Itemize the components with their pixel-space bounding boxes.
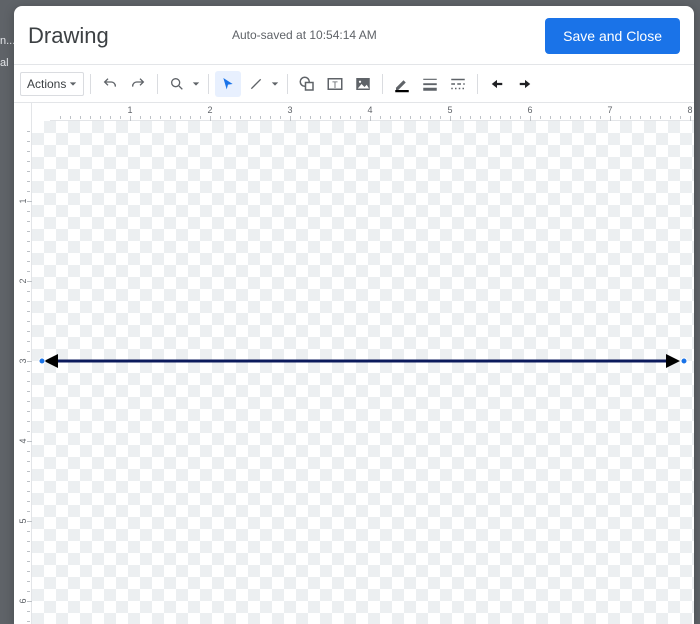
resize-handle-right[interactable] xyxy=(681,358,688,365)
dialog-title: Drawing xyxy=(28,23,109,49)
line-color-button[interactable] xyxy=(389,71,415,97)
resize-handle-left[interactable] xyxy=(39,358,46,365)
weight-icon xyxy=(421,75,439,93)
zoom-button[interactable] xyxy=(164,71,190,97)
parent-doc-strip: n... al xyxy=(0,0,14,624)
parent-fragment-2: al xyxy=(0,52,14,74)
toolbar: Actions T xyxy=(14,65,694,103)
line-icon xyxy=(248,76,264,92)
zoom-dropdown[interactable] xyxy=(192,80,202,88)
dash-icon xyxy=(449,75,467,93)
workspace: 123456 12345678 xyxy=(14,103,694,624)
separator xyxy=(90,74,91,94)
line-dash-button[interactable] xyxy=(445,71,471,97)
separator xyxy=(157,74,158,94)
ruler-vertical: 123456 xyxy=(14,103,32,624)
arrow-left-icon xyxy=(488,77,506,91)
separator xyxy=(208,74,209,94)
textbox-icon: T xyxy=(326,75,344,93)
caret-down-icon xyxy=(192,80,200,88)
pen-icon xyxy=(393,75,411,93)
redo-button[interactable] xyxy=(125,71,151,97)
arrow-right-icon xyxy=(516,77,534,91)
undo-icon xyxy=(102,76,118,92)
caret-down-icon xyxy=(271,80,279,88)
canvas-wrapper: 12345678 xyxy=(32,103,694,624)
undo-button[interactable] xyxy=(97,71,123,97)
actions-label: Actions xyxy=(27,77,66,91)
separator xyxy=(287,74,288,94)
separator xyxy=(382,74,383,94)
double-arrow-object[interactable] xyxy=(32,341,694,381)
svg-text:T: T xyxy=(333,79,339,89)
line-end-button[interactable] xyxy=(512,71,538,97)
separator xyxy=(477,74,478,94)
drawing-canvas[interactable] xyxy=(32,121,694,624)
line-dropdown[interactable] xyxy=(271,80,281,88)
titlebar: Drawing Auto-saved at 10:54:14 AM Save a… xyxy=(14,6,694,65)
autosave-status: Auto-saved at 10:54:14 AM xyxy=(232,28,377,42)
image-tool-button[interactable] xyxy=(350,71,376,97)
parent-fragment-1: n... xyxy=(0,30,14,52)
redo-icon xyxy=(130,76,146,92)
cursor-icon xyxy=(220,76,236,92)
ruler-horizontal: 12345678 xyxy=(50,103,694,121)
image-icon xyxy=(354,75,372,93)
drawing-dialog: Drawing Auto-saved at 10:54:14 AM Save a… xyxy=(14,6,694,624)
shape-tool-button[interactable] xyxy=(294,71,320,97)
zoom-icon xyxy=(169,76,185,92)
line-start-button[interactable] xyxy=(484,71,510,97)
line-weight-button[interactable] xyxy=(417,71,443,97)
save-and-close-button[interactable]: Save and Close xyxy=(545,18,680,54)
caret-down-icon xyxy=(69,80,77,88)
line-tool-button[interactable] xyxy=(243,71,269,97)
actions-menu-button[interactable]: Actions xyxy=(20,72,84,96)
shape-icon xyxy=(298,75,316,93)
select-tool-button[interactable] xyxy=(215,71,241,97)
textbox-tool-button[interactable]: T xyxy=(322,71,348,97)
